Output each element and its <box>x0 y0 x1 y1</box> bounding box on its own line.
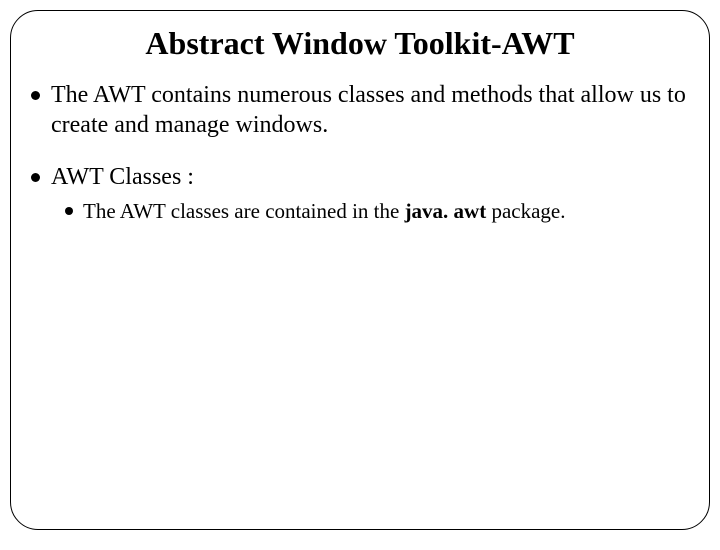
sub1-bold: java. awt <box>405 199 492 223</box>
sub-bullet-list: The AWT classes are contained in the jav… <box>51 198 691 225</box>
bullet-1-text: The AWT contains numerous classes and me… <box>51 82 686 138</box>
sub1-suffix: package. <box>491 199 565 223</box>
bullet-item-1: The AWT contains numerous classes and me… <box>29 80 691 140</box>
sub-bullet-item-1: The AWT classes are contained in the jav… <box>65 198 691 225</box>
bullet-item-2: AWT Classes : The AWT classes are contai… <box>29 162 691 225</box>
bullet-list: The AWT contains numerous classes and me… <box>29 80 691 225</box>
sub1-prefix: The AWT classes are contained in the <box>83 199 405 223</box>
bullet-2-text: AWT Classes : <box>51 164 194 190</box>
slide-frame: Abstract Window Toolkit-AWT The AWT cont… <box>10 10 710 530</box>
slide-title: Abstract Window Toolkit-AWT <box>29 25 691 62</box>
